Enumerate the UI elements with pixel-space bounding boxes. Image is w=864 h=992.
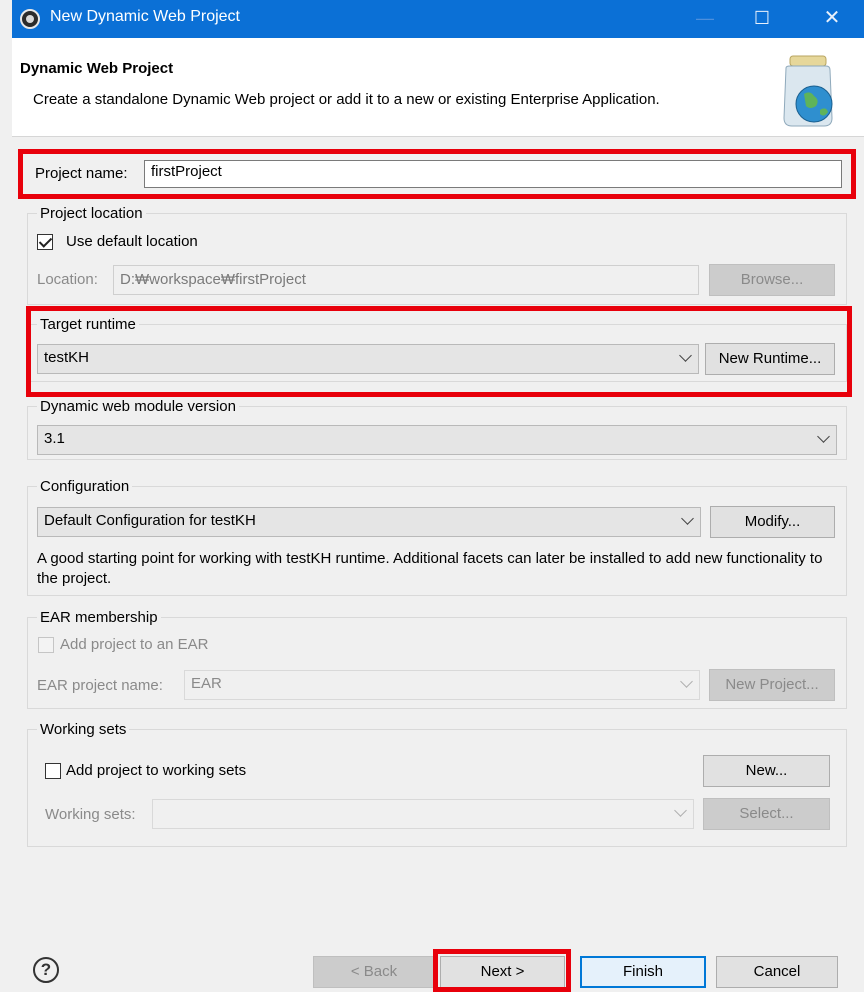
project-location-group-label: Project location bbox=[37, 205, 146, 222]
configuration-group-label: Configuration bbox=[37, 478, 133, 495]
help-icon[interactable]: ? bbox=[33, 957, 59, 983]
add-to-working-sets-label: Add project to working sets bbox=[66, 762, 247, 779]
ear-project-name-dropdown[interactable]: EAR bbox=[184, 670, 700, 700]
target-runtime-selected: testKH bbox=[44, 349, 90, 366]
new-ear-project-button[interactable]: New Project... bbox=[709, 669, 835, 701]
finish-button[interactable]: Finish bbox=[580, 956, 706, 988]
maximize-button[interactable]: ☐ bbox=[737, 0, 787, 38]
module-version-dropdown[interactable]: 3.1 bbox=[37, 425, 837, 455]
location-input[interactable]: D:₩workspace₩firstProject bbox=[113, 265, 699, 295]
ear-project-name-label: EAR project name: bbox=[37, 677, 163, 694]
new-working-set-button[interactable]: New... bbox=[703, 755, 830, 787]
title-bar: New Dynamic Web Project — ☐ ✕ bbox=[12, 0, 864, 38]
working-sets-label: Working sets: bbox=[45, 806, 136, 823]
configuration-dropdown[interactable]: Default Configuration for testKH bbox=[37, 507, 701, 537]
use-default-location-checkbox[interactable] bbox=[37, 234, 53, 250]
module-version-group-label: Dynamic web module version bbox=[37, 398, 239, 415]
modify-button[interactable]: Modify... bbox=[710, 506, 835, 538]
next-button[interactable]: Next > bbox=[440, 956, 565, 988]
add-to-ear-label: Add project to an EAR bbox=[60, 636, 209, 653]
chevron-down-icon bbox=[674, 804, 687, 817]
configuration-description: A good starting point for working with t… bbox=[37, 550, 823, 587]
back-button[interactable]: < Back bbox=[313, 956, 435, 988]
working-sets-group-label: Working sets bbox=[37, 721, 130, 738]
use-default-location-label: Use default location bbox=[66, 233, 198, 250]
chevron-down-icon bbox=[680, 675, 693, 688]
new-runtime-button[interactable]: New Runtime... bbox=[705, 343, 835, 375]
ear-project-name-value: EAR bbox=[191, 675, 222, 692]
location-label: Location: bbox=[37, 271, 98, 288]
ear-membership-group-label: EAR membership bbox=[37, 609, 161, 626]
web-project-jar-icon bbox=[783, 55, 833, 127]
minimize-button[interactable]: — bbox=[680, 0, 730, 38]
cancel-button[interactable]: Cancel bbox=[716, 956, 838, 988]
close-button[interactable]: ✕ bbox=[807, 0, 857, 38]
add-to-working-sets-checkbox[interactable] bbox=[45, 763, 61, 779]
eclipse-app-icon bbox=[20, 9, 40, 29]
select-working-sets-button[interactable]: Select... bbox=[703, 798, 830, 830]
configuration-selected: Default Configuration for testKH bbox=[44, 512, 256, 529]
project-name-input[interactable]: firstProject bbox=[144, 160, 842, 188]
wizard-header: Dynamic Web Project Create a standalone … bbox=[12, 38, 864, 137]
chevron-down-icon bbox=[681, 512, 694, 525]
wizard-title: Dynamic Web Project bbox=[20, 60, 174, 77]
browse-button[interactable]: Browse... bbox=[709, 264, 835, 296]
target-runtime-dropdown[interactable]: testKH bbox=[37, 344, 699, 374]
project-name-label: Project name: bbox=[35, 165, 128, 182]
chevron-down-icon bbox=[679, 349, 692, 362]
add-to-ear-checkbox[interactable] bbox=[38, 637, 54, 653]
wizard-description: Create a standalone Dynamic Web project … bbox=[33, 91, 660, 108]
target-runtime-group-label: Target runtime bbox=[37, 316, 139, 333]
module-version-selected: 3.1 bbox=[44, 430, 65, 447]
working-sets-dropdown[interactable] bbox=[152, 799, 694, 829]
window-title: New Dynamic Web Project bbox=[50, 8, 240, 25]
chevron-down-icon bbox=[817, 430, 830, 443]
